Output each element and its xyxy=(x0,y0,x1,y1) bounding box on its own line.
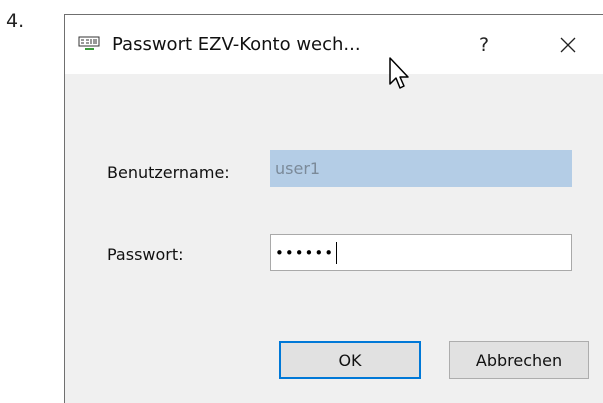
mouse-cursor-icon xyxy=(389,57,409,89)
dialog-title: Passwort EZV-Konto wech... xyxy=(112,34,361,55)
password-value: •••••• xyxy=(275,243,335,262)
app-icon xyxy=(78,36,100,50)
change-password-dialog: Passwort EZV-Konto wech... ? Benutzernam… xyxy=(64,14,603,403)
password-label: Passwort: xyxy=(107,245,184,264)
close-button[interactable] xyxy=(533,15,603,74)
ok-button[interactable]: OK xyxy=(279,341,421,379)
dialog-titlebar: Passwort EZV-Konto wech... ? xyxy=(65,15,603,74)
cancel-button[interactable]: Abbrechen xyxy=(449,341,589,379)
step-number: 4. xyxy=(6,10,25,32)
text-caret xyxy=(336,241,338,264)
password-field[interactable]: •••••• xyxy=(270,234,572,271)
username-value: user1 xyxy=(275,159,321,178)
close-icon xyxy=(560,37,576,52)
username-label: Benutzername: xyxy=(107,163,230,182)
username-field: user1 xyxy=(270,150,572,187)
help-button[interactable]: ? xyxy=(449,15,519,74)
